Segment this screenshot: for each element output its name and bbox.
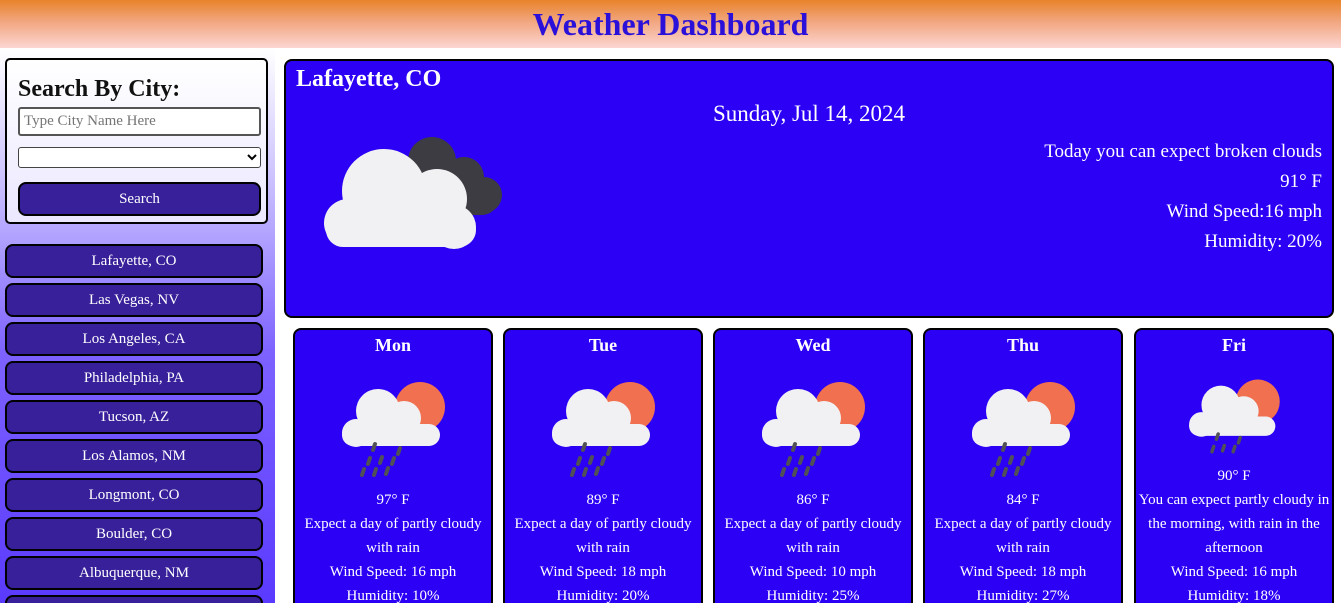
- history-item-tucson[interactable]: Tucson, AZ: [5, 400, 263, 434]
- forecast-humidity: Humidity: 10%: [346, 588, 440, 603]
- forecast-day: Thu: [1006, 335, 1040, 355]
- current-city: Lafayette, CO: [296, 66, 442, 92]
- history-item-philadelphia[interactable]: Philadelphia, PA: [5, 361, 263, 395]
- city-search-input[interactable]: [18, 107, 261, 136]
- forecast-humidity: Humidity: 27%: [976, 588, 1070, 603]
- current-weather-card: Lafayette, CO Sunday, Jul 14, 2024 Today…: [284, 59, 1334, 318]
- forecast-card-mon: Mon 97° F Expect a day of partly cloudy …: [293, 328, 493, 603]
- forecast-wind: Wind Speed: 10 mph: [749, 564, 877, 580]
- forecast-temp: 90° F: [1217, 468, 1251, 484]
- partly-cloudy-rain-icon: [1189, 379, 1280, 454]
- current-date: Sunday, Jul 14, 2024: [712, 101, 906, 126]
- forecast-humidity: Humidity: 18%: [1187, 588, 1281, 603]
- sidebar: Search By City: Search Lafayette, CO Las…: [0, 48, 275, 603]
- forecast-card-wed: Wed 86° F Expect a day of partly cloudy …: [713, 328, 913, 603]
- forecast-humidity: Humidity: 20%: [556, 588, 650, 603]
- current-details: Today you can expect broken clouds 91° F…: [1044, 137, 1322, 257]
- search-button[interactable]: Search: [18, 182, 261, 216]
- forecast-day: Wed: [795, 335, 831, 355]
- forecast-card-thu: Thu 84° F Expect a day of partly cloudy …: [923, 328, 1123, 603]
- forecast-day: Fri: [1222, 335, 1246, 355]
- forecast-humidity: Humidity: 25%: [766, 588, 860, 603]
- current-temp: 91° F: [1280, 171, 1322, 192]
- forecast-description: Expect a day of partly cloudy with rain: [934, 516, 1112, 556]
- forecast-temp: 84° F: [1006, 492, 1040, 508]
- forecast-card-tue: Tue 89° F Expect a day of partly cloudy …: [503, 328, 703, 603]
- forecast-temp: 97° F: [376, 492, 410, 508]
- city-select[interactable]: [18, 147, 261, 168]
- partly-cloudy-rain-icon: [342, 382, 445, 477]
- history-item-longmont[interactable]: Longmont, CO: [5, 478, 263, 512]
- forecast-wind: Wind Speed: 16 mph: [1170, 564, 1298, 580]
- forecast-description: Expect a day of partly cloudy with rain: [724, 516, 902, 556]
- forecast-day: Tue: [588, 335, 618, 355]
- history-item-boulder[interactable]: Boulder, CO: [5, 517, 263, 551]
- current-humidity: Humidity: 20%: [1204, 231, 1322, 252]
- forecast-description: You can expect partly cloudy in the morn…: [1138, 492, 1330, 556]
- current-wind: Wind Speed:16 mph: [1166, 201, 1322, 222]
- search-title: Search By City:: [18, 76, 181, 102]
- forecast-wind: Wind Speed: 16 mph: [329, 564, 457, 580]
- current-description: Today you can expect broken clouds: [1044, 141, 1322, 162]
- forecast-wind: Wind Speed: 18 mph: [539, 564, 667, 580]
- partly-cloudy-rain-icon: [972, 382, 1075, 477]
- search-panel: Search By City: Search: [5, 58, 268, 224]
- history-item-lafayette[interactable]: Lafayette, CO: [5, 244, 263, 278]
- forecast-temp: 89° F: [586, 492, 620, 508]
- broken-clouds-icon: [324, 137, 502, 249]
- forecast-day: Mon: [375, 335, 411, 355]
- forecast-description: Expect a day of partly cloudy with rain: [304, 516, 482, 556]
- history-item-partial[interactable]: [5, 595, 263, 603]
- history-item-los-angeles[interactable]: Los Angeles, CA: [5, 322, 263, 356]
- history-item-los-alamos[interactable]: Los Alamos, NM: [5, 439, 263, 473]
- history-item-las-vegas[interactable]: Las Vegas, NV: [5, 283, 263, 317]
- forecast-card-fri: Fri 90° F You can expect partly cloudy i…: [1134, 328, 1334, 603]
- history-item-albuquerque[interactable]: Albuquerque, NM: [5, 556, 263, 590]
- header: Weather Dashboard: [0, 0, 1341, 48]
- forecast-temp: 86° F: [796, 492, 830, 508]
- partly-cloudy-rain-icon: [552, 382, 655, 477]
- forecast-wind: Wind Speed: 18 mph: [959, 564, 1087, 580]
- forecast-description: Expect a day of partly cloudy with rain: [514, 516, 692, 556]
- page-title: Weather Dashboard: [532, 6, 809, 42]
- partly-cloudy-rain-icon: [762, 382, 865, 477]
